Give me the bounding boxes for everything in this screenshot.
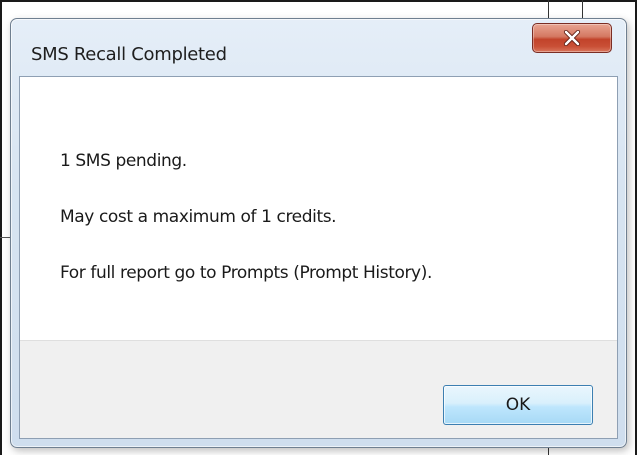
message-line-pending: 1 SMS pending. (60, 151, 187, 171)
button-bar: OK (20, 340, 617, 438)
background-window-border (0, 0, 637, 2)
background-divider (548, 0, 549, 20)
message-dialog: SMS Recall Completed 1 SMS pending. May … (10, 18, 627, 448)
dialog-titlebar[interactable]: SMS Recall Completed (11, 19, 626, 77)
dialog-title: SMS Recall Completed (31, 44, 227, 65)
message-line-cost: May cost a maximum of 1 credits. (60, 207, 337, 227)
close-icon (563, 30, 581, 46)
message-area: 1 SMS pending. May cost a maximum of 1 c… (20, 77, 617, 340)
close-button[interactable] (532, 23, 612, 53)
message-line-report: For full report go to Prompts (Prompt Hi… (60, 263, 432, 283)
background-divider (582, 0, 583, 20)
background-window-border (0, 0, 2, 455)
screen: SMS Recall Completed 1 SMS pending. May … (0, 0, 637, 455)
ok-button[interactable]: OK (443, 385, 593, 425)
dialog-content: 1 SMS pending. May cost a maximum of 1 c… (19, 76, 618, 439)
background-divider (0, 237, 10, 238)
